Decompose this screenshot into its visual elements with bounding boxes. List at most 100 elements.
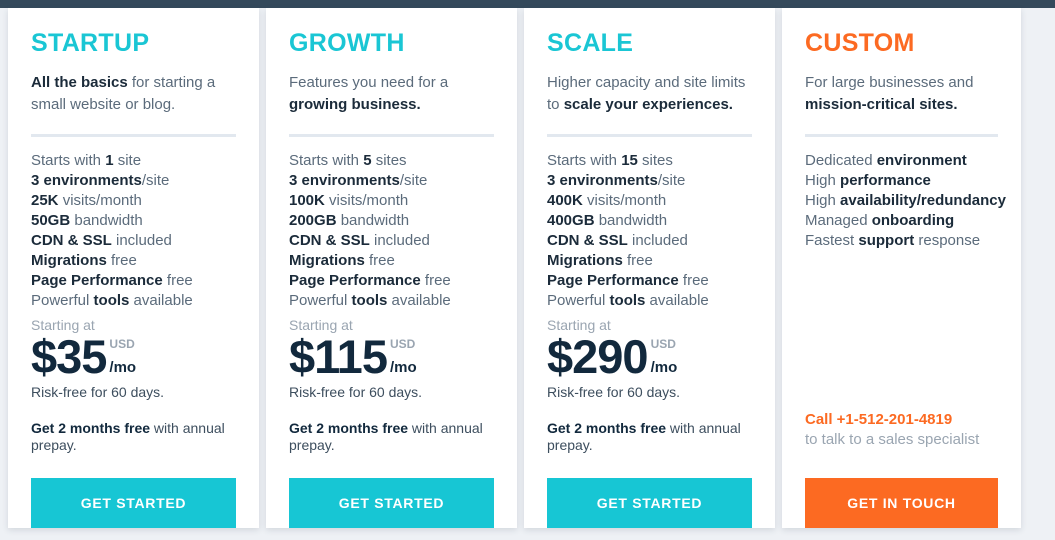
list-item: 100K visits/month — [289, 191, 494, 211]
price-suffix: USD /mo — [389, 335, 417, 377]
list-item: Fastest support response — [805, 231, 998, 251]
sales-phone-link[interactable]: Call +1-512-201-4819 — [805, 410, 998, 430]
plan-title: SCALE — [547, 29, 634, 57]
feature-bold: 3 environments — [289, 172, 400, 189]
get-started-button[interactable]: GET STARTED — [31, 478, 236, 528]
plan-card-custom: CUSTOM For large businesses and mission-… — [782, 8, 1021, 528]
feature-bold: Page Performance — [31, 272, 163, 289]
feature-post: visits/month — [582, 192, 667, 209]
plan-feature-list: Starts with 5 sites 3 environments/site … — [289, 151, 494, 311]
feature-bold: environment — [876, 152, 967, 169]
price-amount: $35 — [31, 330, 107, 383]
list-item: 400GB bandwidth — [547, 211, 752, 231]
feature-pre: Starts with — [31, 152, 106, 169]
feature-post: free — [364, 252, 395, 269]
plan-card-growth: GROWTH Features you need for a growing b… — [266, 8, 517, 528]
get-started-button[interactable]: GET STARTED — [289, 478, 494, 528]
feature-pre: Fastest — [805, 232, 859, 249]
list-item: 25K visits/month — [31, 191, 236, 211]
price-amount: $290 — [547, 330, 649, 383]
promo-bold: Get 2 months free — [547, 420, 667, 436]
divider — [289, 134, 494, 137]
list-item: Page Performance free — [31, 271, 236, 291]
feature-post: free — [420, 272, 451, 289]
feature-bold: Migrations — [547, 252, 623, 269]
price-row: $115 USD /mo — [289, 333, 494, 380]
feature-bold: tools — [93, 292, 130, 309]
price-block: Starting at $115 USD /mo Risk-free for 6… — [289, 316, 494, 528]
currency-label: USD — [109, 337, 135, 351]
risk-free-note: Risk-free for 60 days. — [289, 384, 423, 400]
list-item: Managed onboarding — [805, 211, 998, 231]
feature-post: included — [627, 232, 688, 249]
price-suffix: USD /mo — [109, 335, 136, 377]
cta-wrapper: GET STARTED — [547, 478, 752, 528]
feature-bold: 15 — [621, 152, 638, 169]
price-row: $35 USD /mo — [31, 330, 236, 383]
feature-bold: Migrations — [31, 252, 107, 269]
list-item: High availability/redundancy — [805, 191, 1006, 211]
list-item: 3 environments/site — [31, 171, 236, 191]
feature-post: /site — [141, 172, 170, 189]
list-item: Powerful tools available — [289, 291, 494, 311]
list-item: CDN & SSL included — [289, 231, 494, 251]
feature-post: site — [113, 152, 142, 169]
feature-post: available — [129, 292, 193, 309]
feature-pre: Starts with — [547, 152, 622, 169]
get-in-touch-button[interactable]: GET IN TOUCH — [805, 478, 998, 528]
list-item: Starts with 15 sites — [547, 151, 752, 171]
list-item: Page Performance free — [547, 271, 752, 291]
plan-title: STARTUP — [31, 29, 150, 57]
feature-post: free — [678, 272, 709, 289]
feature-pre: High — [805, 172, 841, 189]
feature-bold: Page Performance — [547, 272, 679, 289]
feature-pre: Starts with — [289, 152, 364, 169]
plan-feature-list: Starts with 15 sites 3 environments/site… — [547, 151, 752, 311]
feature-bold: tools — [609, 292, 646, 309]
list-item: Migrations free — [289, 251, 494, 271]
promo-note: Get 2 months free with annual prepay. — [289, 420, 494, 454]
plan-feature-list: Starts with 1 site 3 environments/site 2… — [31, 151, 236, 311]
feature-post: response — [914, 232, 981, 249]
plan-tagline-pre: Features you need for a — [289, 74, 449, 91]
sales-phone-subtext: to talk to a sales specialist — [805, 431, 980, 448]
feature-bold: 1 — [105, 152, 114, 169]
feature-bold: 100K — [289, 192, 325, 209]
plan-tagline: For large businesses and mission-critica… — [805, 72, 998, 116]
price-row: $290 USD /mo — [547, 330, 752, 383]
list-item: 400K visits/month — [547, 191, 752, 211]
billing-period-label: /mo — [389, 359, 417, 376]
feature-bold: 200GB — [289, 212, 337, 229]
feature-bold: 400GB — [547, 212, 595, 229]
list-item: Page Performance free — [289, 271, 494, 291]
cta-wrapper: GET STARTED — [31, 478, 236, 528]
feature-post: bandwidth — [594, 212, 668, 229]
list-item: CDN & SSL included — [547, 231, 752, 251]
feature-bold: support — [858, 232, 915, 249]
get-started-button[interactable]: GET STARTED — [547, 478, 752, 528]
feature-bold: 3 environments — [547, 172, 658, 189]
plan-tagline: Features you need for a growing business… — [289, 72, 494, 116]
feature-post: free — [622, 252, 653, 269]
feature-bold: 5 — [363, 152, 372, 169]
list-item: 3 environments/site — [289, 171, 494, 191]
feature-bold: CDN & SSL — [31, 232, 112, 249]
currency-label: USD — [389, 337, 416, 351]
cta-wrapper: GET STARTED — [289, 478, 494, 528]
feature-post: /site — [657, 172, 686, 189]
top-strip — [0, 0, 1055, 8]
feature-pre: Powerful — [547, 292, 610, 309]
list-item: Powerful tools available — [547, 291, 752, 311]
promo-bold: Get 2 months free — [289, 420, 409, 436]
cta-wrapper: GET IN TOUCH — [805, 478, 998, 528]
feature-post: bandwidth — [336, 212, 410, 229]
feature-bold: 50GB — [31, 212, 71, 229]
feature-post: included — [111, 232, 172, 249]
feature-bold: performance — [840, 172, 931, 189]
promo-bold: Get 2 months free — [31, 420, 151, 436]
list-item: Migrations free — [547, 251, 752, 271]
list-item: Starts with 1 site — [31, 151, 236, 171]
list-item: Starts with 5 sites — [289, 151, 494, 171]
feature-post: visits/month — [324, 192, 409, 209]
feature-bold: CDN & SSL — [289, 232, 370, 249]
